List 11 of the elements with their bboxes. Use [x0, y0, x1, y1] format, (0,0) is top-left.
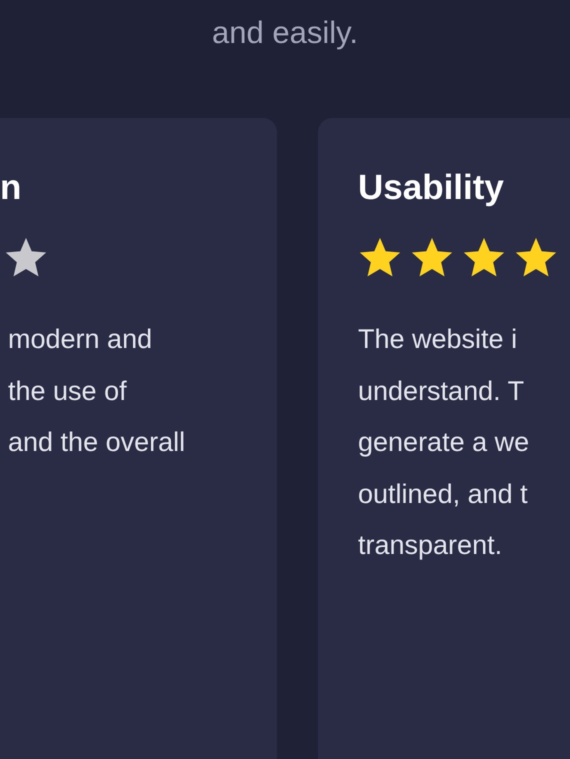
description-line: The website i — [358, 323, 518, 356]
intro-text: and easily. — [212, 15, 358, 50]
description-line: modern and — [8, 323, 152, 356]
card-title: Usability — [358, 167, 504, 209]
description-line: the use of — [8, 374, 127, 408]
card-title: n — [0, 167, 22, 209]
description-line: and the overall — [8, 426, 186, 459]
description-line: generate a we — [358, 426, 530, 459]
description-line: understand. T — [358, 374, 524, 408]
description-line: outlined, and t — [358, 478, 528, 510]
description-line: transparent. — [358, 529, 502, 562]
